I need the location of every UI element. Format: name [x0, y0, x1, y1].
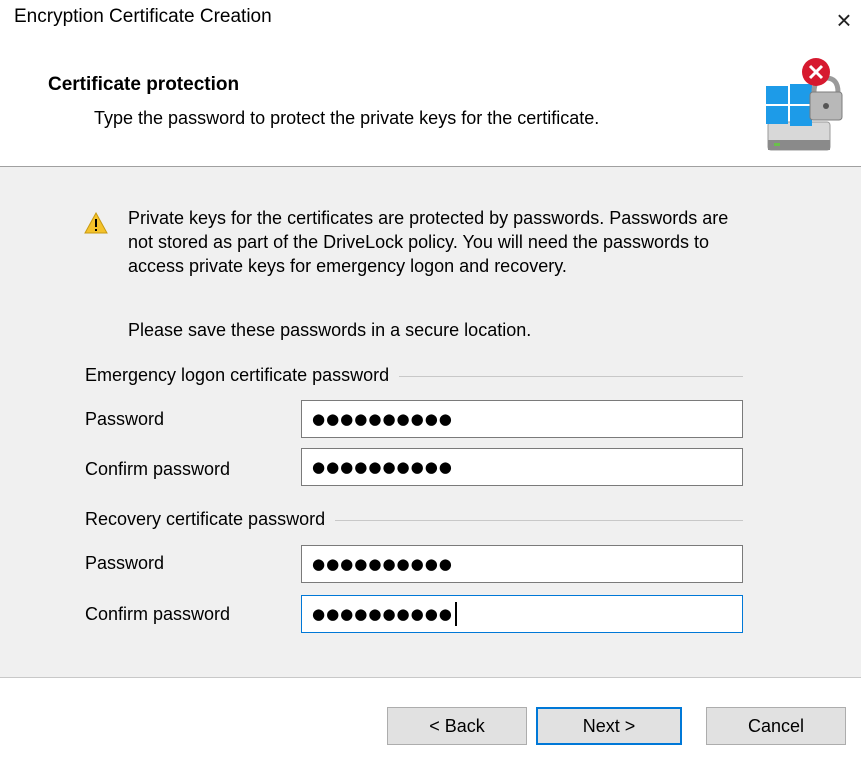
cancel-button[interactable]: Cancel [706, 707, 846, 745]
warning-icon [84, 212, 108, 234]
recovery-confirm-value: ●●●●●●●●●● [312, 605, 453, 623]
text-caret [454, 602, 457, 626]
recovery-password-label: Password [85, 553, 165, 573]
window-title: Encryption Certificate Creation [14, 6, 272, 27]
password-notice-text: Private keys for the certificates are pr… [128, 208, 729, 276]
emergency-confirm-value: ●●●●●●●●●● [312, 458, 453, 476]
recovery-group-legend: Recovery certificate password [85, 509, 336, 530]
recovery-confirm-field[interactable]: ●●●●●●●●●● [301, 595, 743, 633]
close-button[interactable]: × [827, 0, 861, 40]
emergency-password-label: Password [85, 409, 165, 429]
next-button[interactable]: Next > [536, 707, 682, 745]
emergency-confirm-label: Confirm password [85, 459, 231, 479]
recovery-password-field[interactable]: ●●●●●●●●●● [301, 545, 743, 583]
emergency-group-legend: Emergency logon certificate password [85, 365, 400, 386]
emergency-confirm-field[interactable]: ●●●●●●●●●● [301, 448, 743, 486]
emergency-password-field[interactable]: ●●●●●●●●●● [301, 400, 743, 438]
page-title: Certificate protection [48, 74, 240, 95]
save-hint-text: Please save these passwords in a secure … [128, 320, 532, 340]
recovery-confirm-label: Confirm password [85, 604, 231, 624]
emergency-password-value: ●●●●●●●●●● [312, 410, 453, 428]
drivelock-encryption-icon [766, 58, 843, 151]
recovery-password-value: ●●●●●●●●●● [312, 555, 453, 573]
page-subtitle: Type the password to protect the private… [94, 108, 600, 128]
back-button[interactable]: < Back [387, 707, 527, 745]
footer-separator [0, 677, 861, 678]
